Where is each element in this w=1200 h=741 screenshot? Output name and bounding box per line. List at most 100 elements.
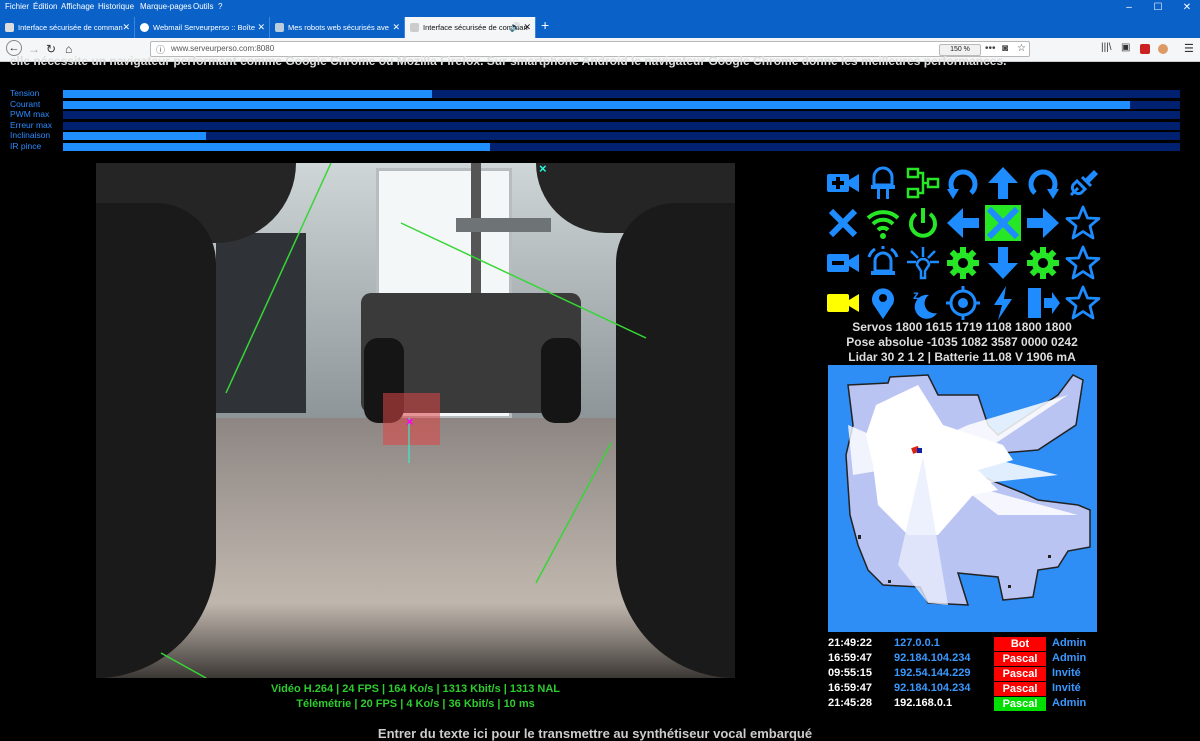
- arrow-down-icon[interactable]: [983, 243, 1023, 283]
- arrow-right-icon[interactable]: [1023, 203, 1063, 243]
- window-close-icon[interactable]: ✕: [1174, 0, 1200, 14]
- gauge-track: [63, 121, 1180, 130]
- telemetry-panel: Servos 1800 1615 1719 1108 1800 1800 Pos…: [822, 320, 1102, 365]
- target-icon[interactable]: [943, 283, 983, 323]
- library-icon[interactable]: |||\: [1101, 42, 1112, 53]
- video-stats: Vidéo H.264 | 24 FPS | 164 Ko/s | 1313 K…: [96, 682, 735, 712]
- menu-help[interactable]: ?: [218, 2, 222, 11]
- url-text[interactable]: www.serveurperso.com:8080: [171, 44, 274, 53]
- stop-icon[interactable]: [983, 203, 1023, 243]
- menu-file[interactable]: Fichier: [5, 2, 29, 11]
- session-time: 21:49:22: [828, 637, 873, 649]
- session-ip: 92.184.104.234: [894, 682, 971, 694]
- tab-strip: Interface sécurisée de comman ✕ Webmail …: [0, 14, 1200, 38]
- gauge-label: PWM max: [10, 109, 50, 119]
- settings-icon[interactable]: [1023, 243, 1063, 283]
- rotate-left-icon[interactable]: [943, 163, 983, 203]
- network-icon[interactable]: [903, 163, 943, 203]
- svg-text:z: z: [913, 288, 919, 302]
- menu-bookmarks[interactable]: Marque-pages: [140, 2, 192, 11]
- session-user-badge: Pascal: [994, 697, 1046, 711]
- alarm-icon[interactable]: [863, 243, 903, 283]
- tab-webmail[interactable]: Webmail Serveurperso :: Boîte ✕: [135, 17, 270, 38]
- gauge-fill: [63, 142, 490, 151]
- tab-interface-active[interactable]: Interface sécurisée de comman 🔊 ✕: [405, 17, 536, 38]
- tab-robots[interactable]: Mes robots web sécurisés ave ✕: [270, 17, 405, 38]
- page-icon: [5, 23, 14, 32]
- session-time: 09:55:15: [828, 667, 873, 679]
- pocket-icon[interactable]: ◙: [1002, 43, 1008, 54]
- tab-title: Interface sécurisée de comman: [18, 23, 123, 32]
- rotate-right-icon[interactable]: [1023, 163, 1063, 203]
- session-ip: 192.54.144.229: [894, 667, 971, 679]
- page-icon: [275, 23, 284, 32]
- camera-icon[interactable]: [823, 283, 863, 323]
- session-ip: 192.168.0.1: [894, 697, 953, 709]
- speech-input[interactable]: Entrer du texte ici pour le transmettre …: [250, 726, 940, 741]
- gauge-label: Courant: [10, 98, 41, 109]
- video-icon[interactable]: [823, 243, 863, 283]
- gauge-track: [63, 100, 1180, 109]
- tab-interface-1[interactable]: Interface sécurisée de comman ✕: [0, 17, 135, 38]
- lamp-icon[interactable]: [903, 243, 943, 283]
- session-user-badge: Pascal: [994, 667, 1046, 681]
- close-icon[interactable]: ✕: [122, 17, 130, 38]
- led-icon[interactable]: [863, 163, 903, 203]
- servos-readout: Servos 1800 1615 1719 1108 1800 1800: [852, 320, 1072, 334]
- arrow-left-icon[interactable]: [943, 203, 983, 243]
- intro-text: elle nécessite un navigateur performant …: [10, 54, 1007, 68]
- menu-view[interactable]: Affichage: [61, 2, 94, 11]
- menu-bar: Fichier Édition Affichage Historique Mar…: [0, 0, 1200, 14]
- sidebar-icon[interactable]: ▣: [1121, 42, 1130, 53]
- svg-text:×: ×: [406, 414, 414, 429]
- session-role: Admin: [1052, 637, 1087, 649]
- plug-icon[interactable]: [1063, 163, 1103, 203]
- sleep-icon[interactable]: z: [903, 283, 943, 323]
- location-icon[interactable]: [863, 283, 903, 323]
- close-icon[interactable]: [823, 203, 863, 243]
- new-tab-icon[interactable]: +: [541, 17, 549, 33]
- close-icon[interactable]: ✕: [392, 17, 400, 38]
- star-icon[interactable]: [1063, 283, 1103, 323]
- page-actions-icon[interactable]: •••: [985, 43, 996, 54]
- close-icon[interactable]: ✕: [257, 17, 265, 38]
- minimize-icon[interactable]: –: [1116, 0, 1142, 14]
- ublock-icon[interactable]: [1140, 44, 1150, 54]
- wifi-icon[interactable]: [863, 203, 903, 243]
- video-feed[interactable]: × ×: [96, 163, 735, 678]
- session-time: 16:59:47: [828, 652, 873, 664]
- session-ip: 127.0.0.1: [894, 637, 940, 649]
- star-icon[interactable]: [1063, 203, 1103, 243]
- gauge-label: Erreur max: [10, 119, 53, 130]
- gauge-fill: [63, 132, 206, 140]
- session-time: 21:45:28: [828, 697, 873, 709]
- lidar-map-drawing: [845, 374, 1091, 606]
- speaker-icon[interactable]: 🔊: [510, 17, 521, 38]
- lidar-map[interactable]: [828, 365, 1097, 632]
- maximize-icon[interactable]: ☐: [1145, 0, 1171, 14]
- svg-text:×: ×: [539, 163, 547, 176]
- video-stats-line: Vidéo H.264 | 24 FPS | 164 Ko/s | 1313 K…: [270, 683, 561, 695]
- bookmark-star-icon[interactable]: ☆: [1017, 43, 1026, 54]
- menu-tools[interactable]: Outils: [193, 2, 213, 11]
- close-icon[interactable]: ✕: [523, 17, 531, 38]
- session-role: Admin: [1052, 652, 1087, 664]
- exit-icon[interactable]: [1023, 283, 1063, 323]
- gauge-label: IR pince: [10, 140, 42, 151]
- settings-icon[interactable]: [943, 243, 983, 283]
- extension-icon[interactable]: [1158, 44, 1168, 54]
- star-icon[interactable]: [1063, 243, 1103, 283]
- session-role: Admin: [1052, 697, 1087, 709]
- session-role: Invité: [1052, 667, 1081, 679]
- arrow-up-icon[interactable]: [983, 163, 1023, 203]
- gauge-label: Inclinaison: [10, 130, 51, 140]
- power-icon[interactable]: [903, 203, 943, 243]
- video-add-icon[interactable]: [823, 163, 863, 203]
- session-ip: 92.184.104.234: [894, 652, 971, 664]
- lightning-icon[interactable]: [983, 283, 1023, 323]
- page-icon: [410, 23, 419, 32]
- menu-edit[interactable]: Édition: [33, 2, 57, 11]
- menu-history[interactable]: Historique: [98, 2, 134, 11]
- gauge-label: Tension: [10, 88, 40, 98]
- pose-readout: Pose absolue -1035 1082 3587 0000 0242: [846, 335, 1078, 349]
